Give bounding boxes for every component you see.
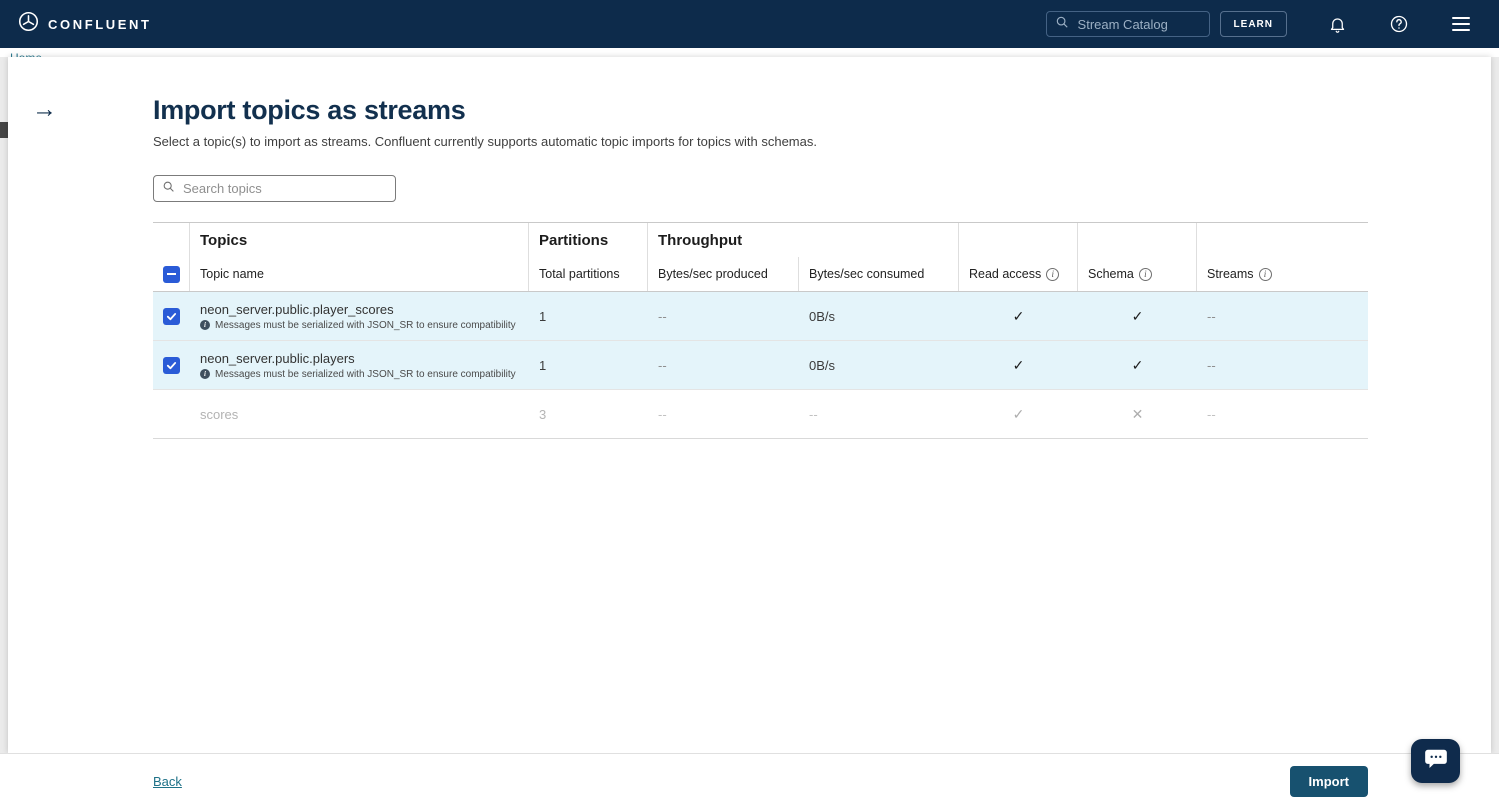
topics-table: Topics Partitions Throughput Topic name … <box>153 222 1368 439</box>
column-header-total-partitions: Total partitions <box>529 257 648 291</box>
page-subtitle: Select a topic(s) to import as streams. … <box>153 134 1368 149</box>
column-header-schema: Schema <box>1078 257 1197 291</box>
table-row[interactable]: neon_server.public.player_scores Message… <box>153 292 1368 341</box>
header-spacer <box>153 223 190 257</box>
confluent-logo[interactable]: CONFLUENT <box>18 11 152 37</box>
import-button[interactable]: Import <box>1290 766 1368 797</box>
topic-search-input[interactable] <box>181 180 387 197</box>
info-icon <box>200 320 210 330</box>
topic-name: scores <box>200 407 238 422</box>
topic-cell: scores <box>190 390 529 438</box>
confluent-logo-icon <box>18 11 39 37</box>
header-spacer <box>959 223 1078 257</box>
streams-cell: -- <box>1197 390 1368 438</box>
streams-cell: -- <box>1197 341 1368 389</box>
notifications-bell-icon[interactable] <box>1325 12 1349 36</box>
stream-catalog-input[interactable] <box>1076 16 1201 33</box>
column-header-read-access: Read access <box>959 257 1078 291</box>
bytes-consumed-cell: 0B/s <box>799 341 959 389</box>
topic-cell: neon_server.public.player_scores Message… <box>190 292 529 340</box>
help-icon[interactable] <box>1387 12 1411 36</box>
table-row[interactable]: neon_server.public.players Messages must… <box>153 341 1368 390</box>
brand-name: CONFLUENT <box>48 17 152 32</box>
column-group-topics: Topics <box>190 223 529 257</box>
topic-name: neon_server.public.players <box>200 351 355 366</box>
background-notch <box>0 122 8 138</box>
topic-note: Messages must be serialized with JSON_SR… <box>200 369 516 380</box>
topic-cell: neon_server.public.players Messages must… <box>190 341 529 389</box>
column-group-partitions: Partitions <box>529 223 648 257</box>
row-checkbox-cell <box>153 292 190 340</box>
schema-cell: ✓ <box>1078 292 1197 340</box>
table-header: Topics Partitions Throughput Topic name … <box>153 223 1368 292</box>
read-access-cell: ✓ <box>959 341 1078 389</box>
top-nav: CONFLUENT LEARN <box>0 0 1499 48</box>
header-spacer <box>1197 223 1368 257</box>
info-icon[interactable] <box>1046 268 1059 281</box>
back-link[interactable]: Back <box>153 774 182 789</box>
search-icon <box>1055 15 1069 34</box>
wizard-footer: Back Import <box>0 753 1499 808</box>
partitions-cell: 3 <box>529 390 648 438</box>
row-checkbox[interactable] <box>163 308 180 325</box>
streams-cell: -- <box>1197 292 1368 340</box>
topic-search[interactable] <box>153 175 396 202</box>
column-header-streams: Streams <box>1197 257 1368 291</box>
breadcrumb: Home <box>0 48 1499 57</box>
topic-name: neon_server.public.player_scores <box>200 302 394 317</box>
bytes-produced-cell: -- <box>648 390 799 438</box>
bytes-consumed-cell: 0B/s <box>799 292 959 340</box>
menu-hamburger-icon[interactable] <box>1449 12 1473 36</box>
row-checkbox-cell <box>153 390 190 438</box>
table-body: neon_server.public.player_scores Message… <box>153 292 1368 439</box>
info-icon <box>200 369 210 379</box>
column-header-topic-name: Topic name <box>190 257 529 291</box>
column-header-bytes-produced: Bytes/sec produced <box>648 257 799 291</box>
schema-cell: ✓ <box>1078 341 1197 389</box>
bytes-produced-cell: -- <box>648 292 799 340</box>
partitions-cell: 1 <box>529 292 648 340</box>
topic-note: Messages must be serialized with JSON_SR… <box>200 320 516 331</box>
import-topics-panel: → Import topics as streams Select a topi… <box>8 57 1491 753</box>
info-icon[interactable] <box>1139 268 1152 281</box>
row-checkbox-cell <box>153 341 190 389</box>
chat-widget-button[interactable] <box>1411 739 1460 783</box>
column-group-throughput: Throughput <box>648 223 959 257</box>
partitions-cell: 1 <box>529 341 648 389</box>
schema-cell: ✕ <box>1078 390 1197 438</box>
row-checkbox[interactable] <box>163 357 180 374</box>
table-row: scores 3 -- -- ✓ ✕ -- <box>153 390 1368 439</box>
learn-button[interactable]: LEARN <box>1220 11 1287 37</box>
info-icon[interactable] <box>1259 268 1272 281</box>
read-access-cell: ✓ <box>959 292 1078 340</box>
bytes-produced-cell: -- <box>648 341 799 389</box>
stream-catalog-search[interactable] <box>1046 11 1210 37</box>
column-header-bytes-consumed: Bytes/sec consumed <box>799 257 959 291</box>
header-spacer <box>1078 223 1197 257</box>
chat-bubble-icon <box>1423 746 1449 777</box>
page-title: Import topics as streams <box>153 95 1368 126</box>
search-icon <box>162 180 175 198</box>
collapse-panel-arrow[interactable]: → <box>32 97 57 122</box>
select-all-checkbox[interactable] <box>163 266 180 283</box>
bytes-consumed-cell: -- <box>799 390 959 438</box>
select-all-cell <box>153 257 190 291</box>
read-access-cell: ✓ <box>959 390 1078 438</box>
